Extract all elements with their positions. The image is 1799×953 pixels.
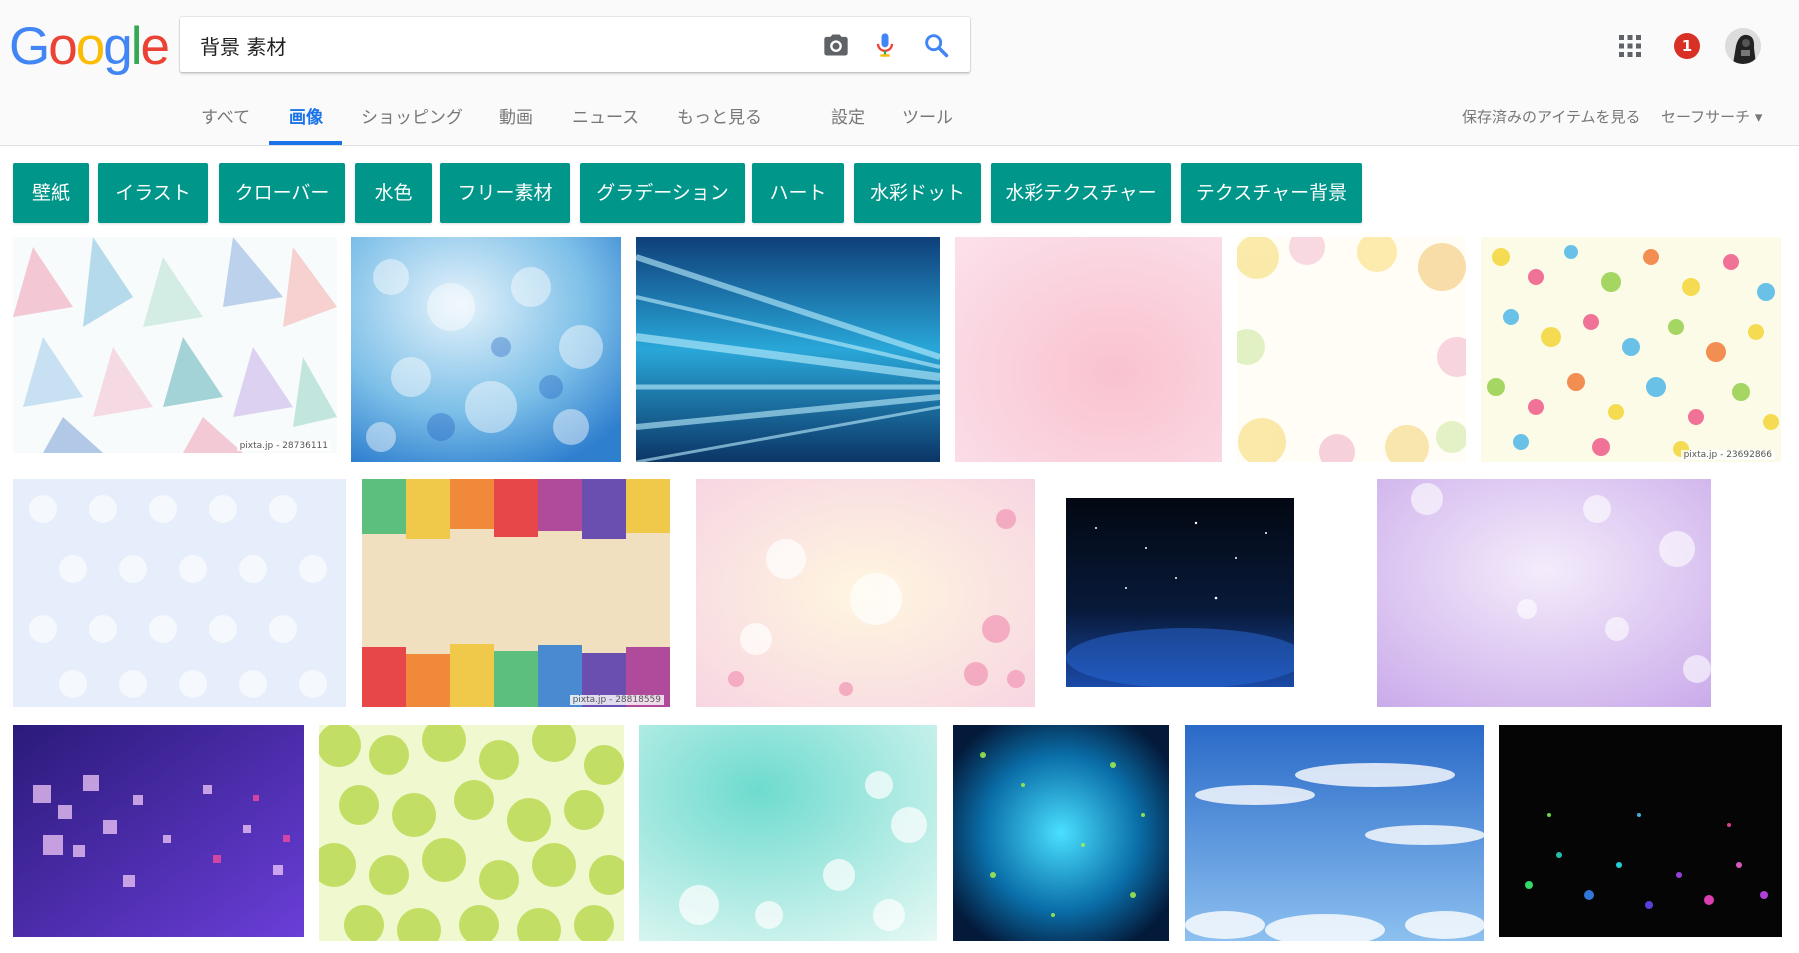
result-image — [1066, 498, 1294, 687]
chip-watercolor-dot[interactable]: 水彩ドット — [854, 163, 981, 223]
image-result[interactable]: pixta.jp - 28818559 — [362, 479, 670, 707]
result-image — [953, 725, 1169, 941]
avatar[interactable] — [1725, 28, 1761, 64]
result-image — [13, 479, 346, 707]
notification-badge[interactable]: 1 — [1674, 33, 1700, 59]
result-image — [362, 479, 670, 707]
logo-letter: G — [9, 17, 50, 76]
apps-grid-icon[interactable] — [1619, 35, 1641, 57]
tab-all[interactable]: すべて — [201, 103, 250, 128]
chip-texture-bg[interactable]: テクスチャー背景 — [1181, 163, 1362, 223]
logo-letter: l — [130, 17, 143, 76]
image-result[interactable] — [1237, 237, 1466, 462]
chip-clover[interactable]: クローバー — [219, 163, 345, 223]
saved-items-link[interactable]: 保存済みのアイテムを見る — [1462, 106, 1641, 127]
top-bar: Google 1 すべて 画像 — [0, 0, 1799, 146]
image-result[interactable] — [696, 479, 1035, 707]
result-image — [1237, 237, 1466, 462]
result-image — [1499, 725, 1782, 937]
tab-videos[interactable]: 動画 — [499, 103, 533, 128]
image-result[interactable] — [1499, 725, 1782, 937]
chip-heart[interactable]: ハート — [752, 163, 844, 223]
image-result[interactable] — [1066, 498, 1294, 687]
result-image — [1481, 237, 1781, 462]
image-result[interactable] — [953, 725, 1169, 941]
result-image — [696, 479, 1035, 707]
result-image — [639, 725, 937, 941]
active-tab-indicator — [269, 141, 342, 145]
result-image — [13, 725, 304, 937]
tab-settings[interactable]: 設定 — [831, 103, 865, 128]
result-image — [1185, 725, 1484, 941]
search-box — [180, 17, 970, 72]
result-image — [1377, 479, 1711, 707]
logo-letter: o — [75, 17, 106, 76]
chip-free-material[interactable]: フリー素材 — [440, 163, 570, 223]
tab-tools[interactable]: ツール — [902, 103, 953, 128]
tab-more[interactable]: もっと見る — [677, 103, 762, 128]
result-image — [351, 237, 621, 462]
google-logo[interactable]: Google — [9, 17, 170, 76]
search-icon[interactable] — [922, 31, 950, 59]
result-image — [319, 725, 624, 941]
image-result[interactable] — [639, 725, 937, 941]
logo-letter: e — [140, 17, 170, 76]
chip-light-blue[interactable]: 水色 — [355, 163, 432, 223]
chip-watercolor-texture[interactable]: 水彩テクスチャー — [991, 163, 1171, 223]
safesearch-dropdown[interactable]: セーフサーチ ▾ — [1661, 106, 1762, 127]
logo-letter: o — [48, 17, 78, 76]
image-result[interactable] — [636, 237, 940, 462]
tab-news[interactable]: ニュース — [572, 103, 639, 128]
image-result[interactable]: pixta.jp - 28736111 — [13, 237, 337, 453]
image-result[interactable] — [1185, 725, 1484, 941]
camera-icon[interactable] — [822, 31, 850, 59]
image-watermark: pixta.jp - 28736111 — [236, 441, 331, 451]
image-watermark: pixta.jp - 23692866 — [1680, 450, 1775, 460]
tab-images[interactable]: 画像 — [289, 103, 323, 128]
chip-gradation[interactable]: グラデーション — [580, 163, 745, 223]
result-image — [955, 237, 1222, 462]
image-result[interactable] — [1377, 479, 1711, 707]
image-result[interactable] — [319, 725, 624, 941]
result-image — [636, 237, 940, 462]
tab-shopping[interactable]: ショッピング — [361, 103, 463, 128]
image-result[interactable] — [13, 725, 304, 937]
logo-letter: g — [103, 17, 133, 76]
search-input[interactable] — [198, 29, 762, 61]
chip-wallpaper[interactable]: 壁紙 — [13, 163, 89, 223]
image-watermark: pixta.jp - 28818559 — [569, 695, 664, 705]
chip-illust[interactable]: イラスト — [98, 163, 208, 223]
microphone-icon[interactable] — [871, 31, 899, 59]
image-result[interactable]: pixta.jp - 23692866 — [1481, 237, 1781, 462]
result-image — [13, 237, 337, 453]
image-result[interactable] — [351, 237, 621, 462]
image-result[interactable] — [955, 237, 1222, 462]
image-result[interactable] — [13, 479, 346, 707]
